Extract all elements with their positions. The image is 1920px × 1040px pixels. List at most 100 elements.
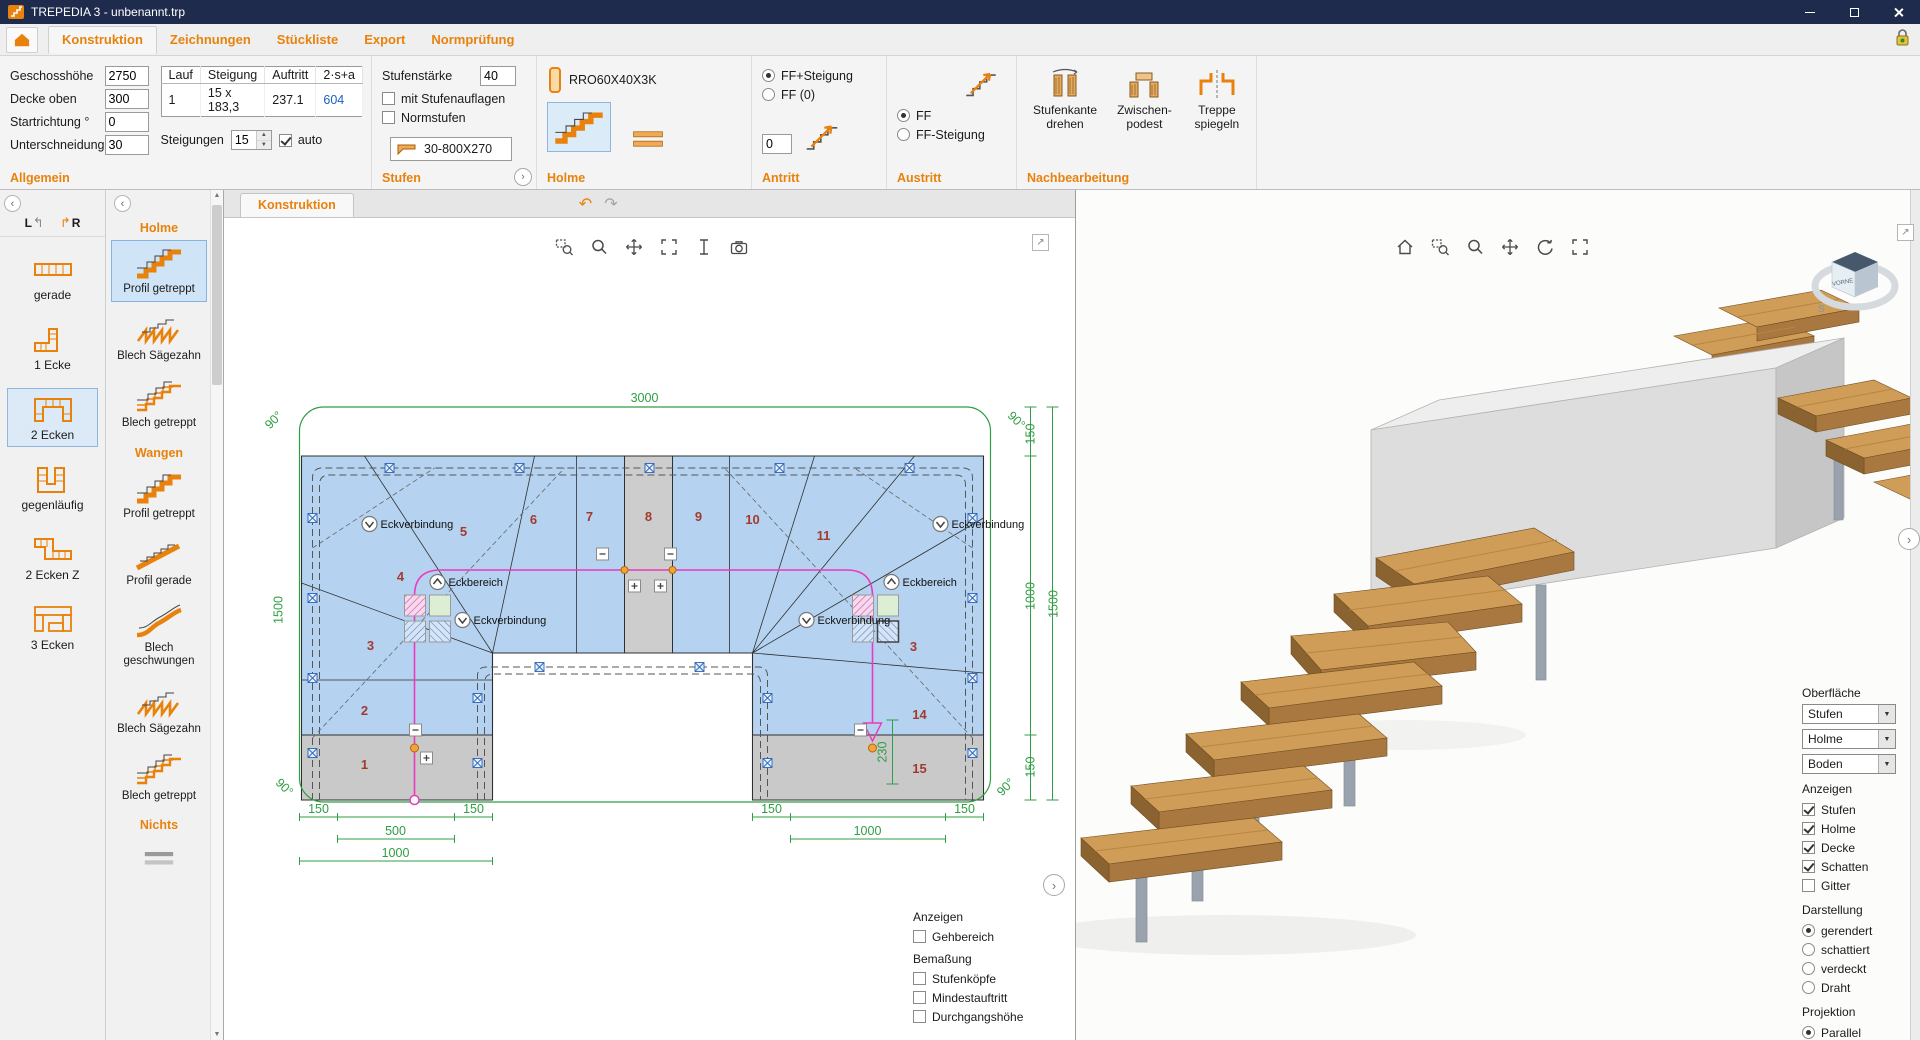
scroll-down-icon[interactable]: ▼ — [214, 1031, 221, 1038]
show-decke-checkbox[interactable]: Decke — [1802, 838, 1896, 857]
home-view-button[interactable] — [1394, 236, 1416, 258]
stepper-down-icon[interactable]: ▼ — [257, 141, 271, 150]
shape-item-gerade[interactable]: gerade — [7, 248, 98, 307]
antritt-ff-steigung-radio[interactable]: FF+Steigung — [762, 66, 878, 85]
holm-type-getreppt-button[interactable] — [547, 102, 611, 152]
holm-type-flat-button[interactable] — [625, 126, 671, 152]
zoom-fit-button[interactable] — [658, 236, 680, 258]
view-3d-pane[interactable]: VORNE S Oberfläche Stufen▼ Holme▼ Boden▼… — [1076, 190, 1920, 1040]
stepper-up-icon[interactable]: ▲ — [257, 131, 271, 141]
eckverbindung-toggle[interactable] — [799, 613, 814, 628]
shape-item-2ecken-z[interactable]: 2 Ecken Z — [7, 528, 98, 587]
austritt-ff-radio[interactable]: FF — [897, 106, 1008, 125]
steigungen-input[interactable] — [232, 131, 256, 149]
stufenauflagen-checkbox[interactable]: mit Stufenauflagen — [382, 89, 528, 108]
steigungen-stepper[interactable]: ▲▼ — [231, 130, 272, 150]
nichts-item[interactable] — [111, 837, 207, 878]
holme-profil-getreppt[interactable]: Profil getreppt — [111, 240, 207, 302]
menu-tab-zeichnungen[interactable]: Zeichnungen — [157, 27, 264, 53]
startrichtung-input[interactable] — [105, 112, 149, 132]
undo-button[interactable]: ↶ — [579, 194, 592, 214]
plan-expand-button[interactable]: › — [1043, 874, 1065, 896]
collapsed-panel-strip[interactable] — [1910, 190, 1920, 1040]
normstufe-dropdown[interactable]: 30-800X270 — [390, 137, 512, 161]
decke-oben-input[interactable] — [105, 89, 149, 109]
show-stufen-checkbox[interactable]: Stufen — [1802, 800, 1896, 819]
gehbereich-checkbox[interactable]: Gehbereich — [913, 927, 1053, 946]
close-button[interactable] — [1876, 0, 1920, 24]
eckverbindung-toggle[interactable] — [362, 517, 377, 532]
table-row[interactable]: 1 15 x 183,3 237.1 604 — [161, 84, 362, 117]
wangen-profil-getreppt[interactable]: Profil getreppt — [111, 465, 207, 527]
wangen-profil-gerade[interactable]: Profil gerade — [111, 532, 207, 594]
austritt-ff-steigung-radio[interactable]: FF-Steigung — [897, 125, 1008, 144]
wangen-blech-saegezahn[interactable]: Blech Sägezahn — [111, 680, 207, 742]
holme-blech-getreppt[interactable]: Blech getreppt — [111, 374, 207, 436]
mode-schattiert-radio[interactable]: schattiert — [1802, 940, 1896, 959]
zoom-window-button[interactable] — [1429, 236, 1451, 258]
show-schatten-checkbox[interactable]: Schatten — [1802, 857, 1896, 876]
redo-button[interactable]: ↷ — [604, 194, 617, 214]
auto-checkbox[interactable]: auto — [279, 131, 322, 150]
start-direction-left-button[interactable]: L↰ — [22, 214, 47, 232]
view3d-expand-button[interactable]: › — [1898, 528, 1920, 550]
antritt-ff0-radio[interactable]: FF (0) — [762, 85, 878, 104]
minimize-button[interactable] — [1788, 0, 1832, 24]
mode-verdeckt-radio[interactable]: verdeckt — [1802, 959, 1896, 978]
menu-tab-stueckliste[interactable]: Stückliste — [264, 27, 351, 53]
stufenkoepfe-checkbox[interactable]: Stufenköpfe — [913, 969, 1053, 988]
pan-button[interactable] — [1499, 236, 1521, 258]
menu-tab-normpruefung[interactable]: Normprüfung — [418, 27, 527, 53]
stufen-expand-button[interactable]: › — [514, 168, 532, 186]
style-sidebar-collapse-button[interactable]: ‹ — [114, 195, 131, 212]
unterschneidung-input[interactable] — [105, 135, 149, 155]
shape-item-2ecken[interactable]: 2 Ecken — [7, 388, 98, 447]
start-direction-right-button[interactable]: ↱R — [57, 214, 84, 232]
shape-item-1ecke[interactable]: 1 Ecke — [7, 318, 98, 377]
pan-button[interactable] — [623, 236, 645, 258]
measure-button[interactable] — [693, 236, 715, 258]
geschosshoehe-input[interactable] — [105, 66, 149, 86]
show-gitter-checkbox[interactable]: Gitter — [1802, 876, 1896, 895]
shape-item-gegenlaeufig[interactable]: gegenläufig — [7, 458, 98, 517]
holme-blech-saegezahn[interactable]: Blech Sägezahn — [111, 307, 207, 369]
stufenkante-drehen-button[interactable]: Stufenkantedrehen — [1033, 68, 1097, 132]
wangen-blech-getreppt[interactable]: Blech getreppt — [111, 747, 207, 809]
eckbereich-toggle[interactable] — [430, 575, 445, 590]
plan-popout-button[interactable]: ↗ — [1032, 234, 1049, 251]
normstufen-checkbox[interactable]: Normstufen — [382, 108, 528, 127]
scroll-up-icon[interactable]: ▲ — [214, 192, 221, 199]
eckbereich-toggle[interactable] — [884, 575, 899, 590]
antritt-offset-input[interactable] — [762, 134, 792, 154]
zoom-window-button[interactable] — [553, 236, 575, 258]
menu-tab-export[interactable]: Export — [351, 27, 418, 53]
wangen-blech-geschwungen[interactable]: Blech geschwungen — [111, 599, 207, 674]
zwischenpodest-button[interactable]: Zwischen-podest — [1117, 68, 1172, 132]
stufenstaerke-input[interactable] — [480, 66, 516, 86]
shape-sidebar-collapse-button[interactable]: ‹ — [4, 195, 21, 212]
tab-konstruktion[interactable]: Konstruktion — [240, 193, 354, 217]
view3d-popout-button[interactable]: ↗ — [1897, 224, 1914, 241]
treppe-spiegeln-button[interactable]: Treppespiegeln — [1192, 68, 1242, 132]
orbit-button[interactable] — [1534, 236, 1556, 258]
view-cube[interactable]: VORNE S — [1809, 234, 1904, 334]
license-lock-icon[interactable] — [1895, 28, 1910, 47]
surface-select-stufen[interactable]: Stufen▼ — [1802, 704, 1896, 724]
show-holme-checkbox[interactable]: Holme — [1802, 819, 1896, 838]
surface-select-holme[interactable]: Holme▼ — [1802, 729, 1896, 749]
zoom-fit-button[interactable] — [1569, 236, 1591, 258]
home-button[interactable] — [6, 27, 38, 53]
menu-tab-konstruktion[interactable]: Konstruktion — [48, 26, 157, 54]
maximize-button[interactable] — [1832, 0, 1876, 24]
mode-gerendert-radio[interactable]: gerendert — [1802, 921, 1896, 940]
projection-parallel-radio[interactable]: Parallel — [1802, 1023, 1896, 1040]
mindestauftritt-checkbox[interactable]: Mindestauftritt — [913, 988, 1053, 1007]
zoom-button[interactable] — [588, 236, 610, 258]
snapshot-button[interactable] — [728, 236, 750, 258]
durchgangshoehe-checkbox[interactable]: Durchgangshöhe — [913, 1007, 1053, 1026]
mode-draht-radio[interactable]: Draht — [1802, 978, 1896, 997]
surface-select-boden[interactable]: Boden▼ — [1802, 754, 1896, 774]
eckverbindung-toggle[interactable] — [933, 517, 948, 532]
zoom-button[interactable] — [1464, 236, 1486, 258]
plan-viewport[interactable]: 3000 1500 150 1000 150 1500 150 150 500 … — [224, 218, 1075, 1040]
